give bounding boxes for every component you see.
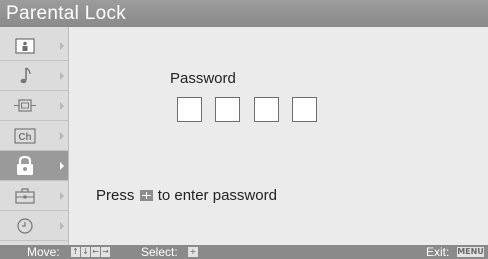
enter-key-icon (139, 190, 153, 201)
chevron-right-icon (60, 162, 64, 170)
password-digit-3[interactable] (254, 97, 279, 122)
sidebar-item-sound[interactable] (0, 61, 68, 91)
menu-key-icon: MENU (457, 247, 484, 257)
sidebar-item-setup[interactable] (0, 181, 68, 211)
screen-adjust-icon (14, 99, 36, 112)
sidebar: Ch (0, 27, 69, 245)
lock-icon (17, 155, 33, 175)
title-bar: Parental Lock (0, 0, 488, 27)
instruction-suffix: to enter password (157, 187, 277, 204)
up-arrow-icon: ↑ (71, 247, 80, 257)
picture-icon (15, 38, 35, 54)
music-note-icon (20, 67, 31, 84)
parental-lock-screen: Parental Lock Ch Password Press to enter… (0, 0, 488, 259)
enter-key-icon: + (188, 247, 198, 257)
window-title: Parental Lock (6, 3, 127, 24)
instruction-prefix: Press (96, 187, 135, 204)
chevron-right-icon (60, 222, 64, 230)
instruction-text: Press to enter password (96, 187, 277, 204)
channel-icon: Ch (14, 128, 36, 144)
right-arrow-icon: → (101, 247, 110, 257)
sidebar-item-channel[interactable]: Ch (0, 121, 68, 151)
sidebar-item-screen[interactable] (0, 91, 68, 121)
chevron-right-icon (60, 192, 64, 200)
password-digit-4[interactable] (292, 97, 317, 122)
toolbox-icon (15, 188, 35, 204)
chevron-right-icon (60, 102, 64, 110)
move-label: Move: (27, 245, 60, 259)
select-label: Select: (141, 245, 178, 259)
password-digit-2[interactable] (215, 97, 240, 122)
sidebar-item-picture[interactable] (0, 31, 68, 61)
clock-icon (17, 218, 33, 234)
sidebar-item-timer[interactable] (0, 211, 68, 241)
status-bar: Move: ↑ ↓ ← → Select: + Exit: MENU (0, 245, 488, 259)
exit-label: Exit: (426, 245, 450, 259)
sidebar-item-parental-lock[interactable] (0, 151, 68, 181)
password-digit-1[interactable] (177, 97, 202, 122)
channel-icon-label: Ch (18, 132, 31, 143)
password-label: Password (170, 70, 236, 87)
chevron-right-icon (60, 42, 64, 50)
left-arrow-icon: ← (91, 247, 100, 257)
chevron-right-icon (60, 132, 64, 140)
down-arrow-icon: ↓ (81, 247, 90, 257)
chevron-right-icon (60, 72, 64, 80)
